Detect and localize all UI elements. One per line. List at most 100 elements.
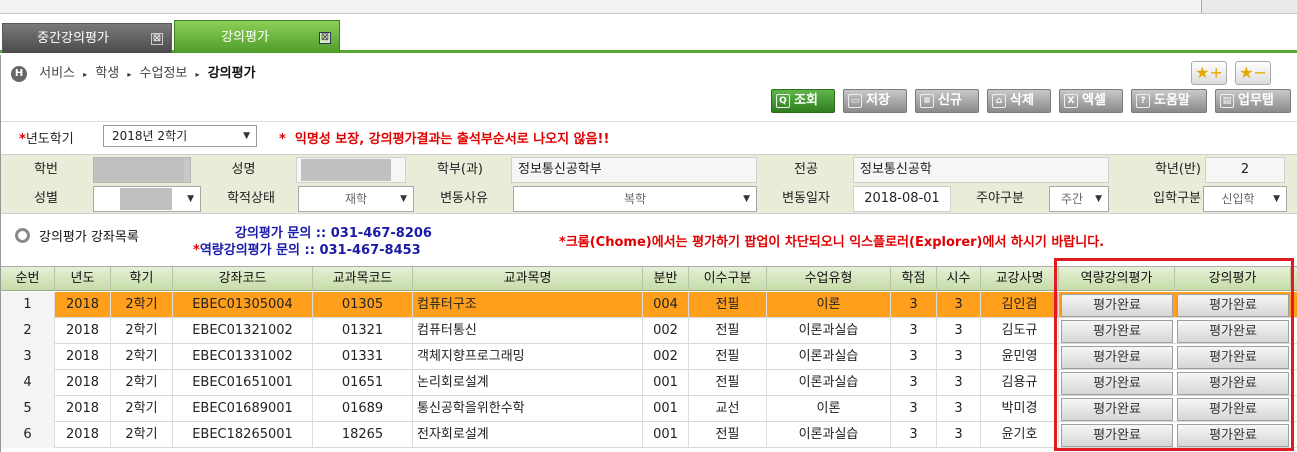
table-row[interactable]: 1 2018 2학기 EBEC01305004 01305 컴퓨터구조 004 … [1, 292, 1297, 318]
col-header[interactable]: 학점 [891, 267, 937, 291]
cell-section: 001 [643, 396, 689, 422]
col-header[interactable]: 학기 [111, 267, 173, 291]
cell-subject-code: 18265 [313, 422, 413, 448]
tab-midterm-evaluation[interactable]: 중간강의평가 ⊠ [2, 23, 172, 53]
new-button[interactable]: ≡ 신규 [915, 89, 979, 113]
cell-hours: 3 [937, 422, 981, 448]
search-button[interactable]: Q 조회 [771, 89, 835, 113]
favorite-add-button[interactable]: ★+ [1191, 61, 1227, 85]
tab-course-evaluation[interactable]: 강의평가 ⊠ [174, 20, 340, 53]
chevron-down-icon: ▼ [743, 194, 750, 204]
course-evaluation-button[interactable]: 평가완료 [1177, 398, 1289, 421]
home-icon[interactable]: H [11, 65, 27, 82]
favorite-remove-button[interactable]: ★− [1235, 61, 1271, 85]
course-evaluation-button[interactable]: 평가완료 [1177, 294, 1289, 317]
gender-label: 성별 [34, 191, 58, 206]
close-icon[interactable]: ⊠ [319, 32, 331, 44]
cell-section: 001 [643, 422, 689, 448]
cell-completion-type: 전필 [689, 422, 767, 448]
cell-year: 2018 [55, 292, 111, 318]
cell-professor: 김도규 [981, 318, 1059, 344]
cell-hours: 3 [937, 396, 981, 422]
col-header[interactable]: 강좌코드 [173, 267, 313, 291]
col-header[interactable]: 역량강의평가 [1059, 267, 1175, 291]
breadcrumb: H 서비스 ▸ 학생 ▸ 수업정보 ▸ 강의평가 [11, 65, 256, 83]
col-header[interactable]: 년도 [55, 267, 111, 291]
new-icon: ≡ [920, 94, 934, 108]
col-header[interactable]: 수업유형 [767, 267, 891, 291]
cell-year: 2018 [55, 422, 111, 448]
course-evaluation-button[interactable]: 평가완료 [1177, 320, 1289, 343]
chevron-down-icon: ▼ [1095, 194, 1102, 204]
masked-block [94, 158, 184, 182]
cell-professor: 박미경 [981, 396, 1059, 422]
cell-subject-name: 컴퓨터통신 [413, 318, 643, 344]
term-label-text: 년도학기 [25, 132, 74, 147]
col-header[interactable]: 교과목명 [413, 267, 643, 291]
cell-subject-name: 통신공학을위한수학 [413, 396, 643, 422]
table-row[interactable]: 4 2018 2학기 EBEC01651001 01651 논리회로설계 001… [1, 370, 1297, 396]
manual-button[interactable]: ▤ 업무탭 [1215, 89, 1291, 113]
cell-credit: 3 [891, 396, 937, 422]
save-icon: ▭ [848, 94, 862, 108]
col-header[interactable]: 교과목코드 [313, 267, 413, 291]
cell-no: 2 [1, 318, 55, 344]
table-row[interactable]: 5 2018 2학기 EBEC01689001 01689 통신공학을위한수학 … [1, 396, 1297, 422]
chevron-down-icon: ▼ [1273, 194, 1280, 204]
cell-professor: 김인겸 [981, 292, 1059, 318]
cell-course-code: EBEC01689001 [173, 396, 313, 422]
competency-evaluation-button[interactable]: 평가완료 [1061, 320, 1173, 343]
breadcrumb-item[interactable]: 수업정보 [140, 66, 188, 81]
breadcrumb-item[interactable]: 서비스 [39, 66, 75, 81]
course-evaluation-button[interactable]: 평가완료 [1177, 346, 1289, 369]
col-header[interactable]: 강의평가 [1175, 267, 1291, 291]
competency-evaluation-button[interactable]: 평가완료 [1061, 294, 1173, 317]
major-label: 전공 [794, 162, 818, 177]
competency-evaluation-button[interactable]: 평가완료 [1061, 424, 1173, 447]
section-bullet-icon [15, 228, 30, 243]
competency-evaluation-button[interactable]: 평가완료 [1061, 398, 1173, 421]
col-header[interactable]: 교강사명 [981, 267, 1059, 291]
masked-block [301, 159, 391, 181]
competency-evaluation-button[interactable]: 평가완료 [1061, 372, 1173, 395]
term-select[interactable]: 2018년 2학기 ▼ [103, 125, 257, 147]
new-button-label: 신규 [938, 93, 962, 108]
excel-button[interactable]: X 엑셀 [1059, 89, 1123, 113]
close-icon[interactable]: ⊠ [151, 33, 163, 45]
table-row[interactable]: 2 2018 2학기 EBEC01321002 01321 컴퓨터통신 002 … [1, 318, 1297, 344]
course-evaluation-button[interactable]: 평가완료 [1177, 372, 1289, 395]
cell-subject-name: 객체지향프로그래밍 [413, 344, 643, 370]
cell-course-code: EBEC01321002 [173, 318, 313, 344]
search-icon: Q [776, 94, 790, 108]
save-button[interactable]: ▭ 저장 [843, 89, 907, 113]
col-header[interactable]: 분반 [643, 267, 689, 291]
gender-select[interactable]: ▼ [93, 186, 201, 212]
search-button-label: 조회 [794, 93, 818, 108]
daynight-select[interactable]: 주간 ▼ [1049, 186, 1109, 212]
course-evaluation-button[interactable]: 평가완료 [1177, 424, 1289, 447]
table-row[interactable]: 3 2018 2학기 EBEC01331002 01331 객체지향프로그래밍 … [1, 344, 1297, 370]
cell-professor: 윤민영 [981, 344, 1059, 370]
delete-button[interactable]: ⌂ 삭제 [987, 89, 1051, 113]
cell-credit: 3 [891, 422, 937, 448]
grade-label: 학년(반) [1154, 162, 1201, 177]
status-select[interactable]: 재학 ▼ [298, 186, 414, 212]
help-button[interactable]: ? 도움말 [1131, 89, 1207, 113]
cell-subject-code: 01321 [313, 318, 413, 344]
col-header[interactable]: 이수구분 [689, 267, 767, 291]
admission-select[interactable]: 신입학 ▼ [1203, 186, 1287, 212]
table-row[interactable]: 6 2018 2학기 EBEC18265001 18265 전자회로설계 001… [1, 422, 1297, 448]
change-reason-select[interactable]: 복학 ▼ [513, 186, 757, 212]
cell-credit: 3 [891, 318, 937, 344]
col-header[interactable]: 시수 [937, 267, 981, 291]
cell-completion-type: 전필 [689, 318, 767, 344]
cell-term: 2학기 [111, 318, 173, 344]
col-header[interactable]: 순번 [1, 267, 55, 291]
name-label: 성명 [231, 162, 256, 177]
cell-completion-type: 교선 [689, 396, 767, 422]
status-value: 재학 [344, 192, 368, 206]
breadcrumb-item[interactable]: 학생 [95, 66, 119, 81]
breadcrumb-separator-icon: ▸ [83, 70, 88, 79]
cell-class-type: 이론 [767, 292, 891, 318]
competency-evaluation-button[interactable]: 평가완료 [1061, 346, 1173, 369]
